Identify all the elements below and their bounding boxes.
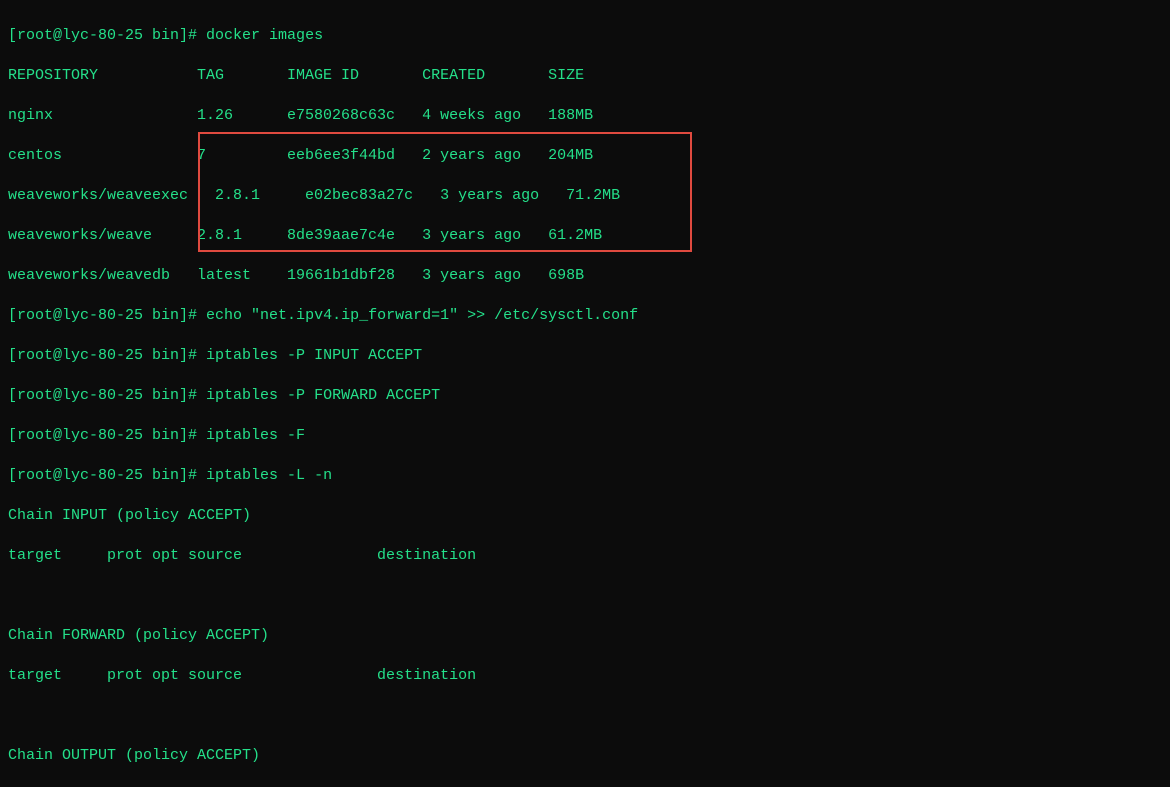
chain-header: target prot opt source destination (8, 546, 1162, 566)
cmd-line: [root@lyc-80-25 bin]# docker images (8, 26, 1162, 46)
chain-title: Chain OUTPUT (policy ACCEPT) (8, 746, 1162, 766)
docker-row: weaveworks/weavedb latest 19661b1dbf28 3… (8, 266, 1162, 286)
cmd-iptables-input: iptables -P INPUT ACCEPT (206, 347, 422, 364)
cmd-line: [root@lyc-80-25 bin]# echo "net.ipv4.ip_… (8, 306, 1162, 326)
cmd-docker-images: docker images (206, 27, 323, 44)
cmd-line: [root@lyc-80-25 bin]# iptables -P INPUT … (8, 346, 1162, 366)
cmd-echo: echo "net.ipv4.ip_forward=1" >> /etc/sys… (206, 307, 638, 324)
prompt: [root@lyc-80-25 bin]# (8, 307, 197, 324)
blank-line (8, 706, 1162, 726)
cmd-iptables-forward: iptables -P FORWARD ACCEPT (206, 387, 440, 404)
cmd-line: [root@lyc-80-25 bin]# iptables -F (8, 426, 1162, 446)
docker-row: weaveworks/weaveexec 2.8.1 e02bec83a27c … (8, 186, 1162, 206)
cmd-line: [root@lyc-80-25 bin]# iptables -L -n (8, 466, 1162, 486)
docker-header: REPOSITORY TAG IMAGE ID CREATED SIZE (8, 66, 1162, 86)
prompt: [root@lyc-80-25 bin]# (8, 467, 197, 484)
chain-title: Chain FORWARD (policy ACCEPT) (8, 626, 1162, 646)
prompt: [root@lyc-80-25 bin]# (8, 27, 197, 44)
cmd-line: [root@lyc-80-25 bin]# iptables -P FORWAR… (8, 386, 1162, 406)
terminal[interactable]: [root@lyc-80-25 bin]# docker images REPO… (0, 0, 1170, 787)
cmd-iptables-list: iptables -L -n (206, 467, 332, 484)
docker-row: centos 7 eeb6ee3f44bd 2 years ago 204MB (8, 146, 1162, 166)
prompt: [root@lyc-80-25 bin]# (8, 387, 197, 404)
chain-title: Chain INPUT (policy ACCEPT) (8, 506, 1162, 526)
prompt: [root@lyc-80-25 bin]# (8, 427, 197, 444)
docker-row: nginx 1.26 e7580268c63c 4 weeks ago 188M… (8, 106, 1162, 126)
prompt: [root@lyc-80-25 bin]# (8, 347, 197, 364)
blank-line (8, 586, 1162, 606)
cmd-iptables-flush: iptables -F (206, 427, 305, 444)
chain-header: target prot opt source destination (8, 666, 1162, 686)
docker-row: weaveworks/weave 2.8.1 8de39aae7c4e 3 ye… (8, 226, 1162, 246)
